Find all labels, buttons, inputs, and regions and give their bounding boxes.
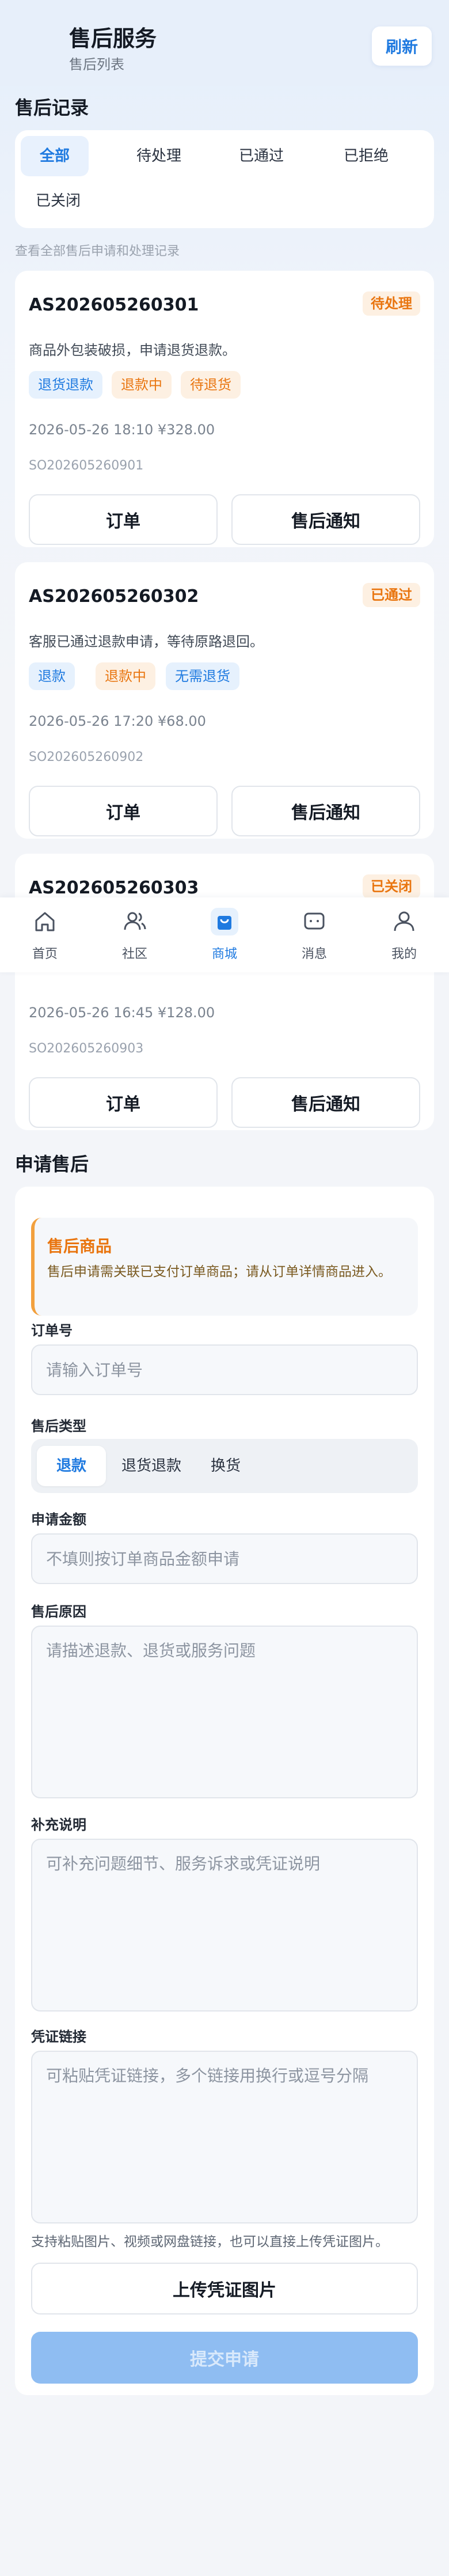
record-description: 客服已通过退款申请，等待原路退回。 [29, 634, 264, 650]
apply-form: 售后商品 售后申请需关联已支付订单商品；请从订单详情商品进入。 订单号 售后类型… [15, 1187, 434, 2395]
extra-notes-label: 补充说明 [31, 1817, 86, 1833]
tabbar-item-mine[interactable]: 我的 [375, 908, 433, 965]
return-status-tag: 无需退货 [166, 662, 239, 690]
apply-section-title: 申请售后 [15, 1153, 89, 1175]
order-number: SO202605260902 [29, 750, 144, 764]
proof-help-text: 支持粘贴图片、视频或网盘链接，也可以直接上传凭证图片。 [31, 2234, 389, 2249]
home-icon [35, 912, 55, 931]
status-badge: 待处理 [363, 291, 420, 316]
tab-closed[interactable]: 已关闭 [21, 181, 96, 221]
status-filter-tabs: 全部 待处理 已通过 已拒绝 已关闭 [15, 130, 434, 228]
record-time-amount: 2026-05-26 17:20 ¥68.00 [29, 713, 206, 729]
tabbar-item-messages[interactable]: 消息 [286, 908, 343, 965]
tabbar-label: 消息 [301, 947, 327, 961]
amount-input[interactable] [31, 1533, 418, 1584]
tab-pending[interactable]: 待处理 [113, 136, 205, 176]
reason-textarea[interactable] [31, 1626, 418, 1798]
refund-status-tag: 退款中 [112, 371, 172, 399]
page-title: 售后服务 [69, 26, 157, 51]
aftersale-number: AS202605260302 [29, 586, 199, 607]
submit-button[interactable]: 提交申请 [31, 2332, 418, 2384]
tab-rejected[interactable]: 已拒绝 [320, 136, 412, 176]
tabbar-label: 商城 [211, 947, 237, 961]
tabbar-label: 社区 [121, 947, 147, 961]
tabbar-label: 首页 [32, 947, 58, 961]
view-order-button[interactable]: 订单 [29, 786, 218, 836]
type-option-exchange[interactable]: 换货 [197, 1446, 254, 1486]
extra-notes-textarea[interactable] [31, 1839, 418, 2011]
return-status-tag: 待退货 [181, 371, 241, 399]
aftersale-notice-button[interactable]: 售后通知 [231, 1077, 420, 1128]
view-order-button[interactable]: 订单 [29, 494, 218, 545]
aftersale-number: AS202605260301 [29, 295, 199, 315]
tabbar-item-home[interactable]: 首页 [16, 908, 74, 965]
order-number: SO202605260903 [29, 1041, 144, 1056]
refresh-button[interactable]: 刷新 [372, 26, 432, 66]
order-number: SO202605260901 [29, 459, 144, 473]
aftersale-record-card: AS202605260303 已关闭 2026-05-26 16:45 ¥128… [15, 854, 434, 1130]
upload-proof-button[interactable]: 上传凭证图片 [31, 2263, 418, 2314]
record-description: 商品外包装破损，申请退货退款。 [29, 342, 236, 358]
type-tag: 退货退款 [29, 371, 102, 399]
type-tag: 退款 [29, 662, 75, 690]
community-icon [124, 912, 146, 930]
notice-title: 售后商品 [47, 1237, 112, 1256]
amount-label: 申请金额 [31, 1511, 86, 1528]
status-badge: 已关闭 [363, 874, 420, 899]
order-number-input[interactable] [31, 1344, 418, 1395]
tabbar-label: 我的 [391, 947, 417, 961]
record-time-amount: 2026-05-26 18:10 ¥328.00 [29, 422, 215, 438]
tabbar-item-community[interactable]: 社区 [106, 908, 163, 965]
aftersale-record-card: AS202605260302 已通过 客服已通过退款申请，等待原路退回。 退款 … [15, 562, 434, 839]
type-option-return-refund[interactable]: 退货退款 [108, 1446, 195, 1486]
aftersale-goods-notice: 售后商品 售后申请需关联已支付订单商品；请从订单详情商品进入。 [31, 1218, 418, 1316]
tabbar-item-shop[interactable]: 商城 [196, 908, 253, 965]
user-icon [394, 911, 414, 931]
refund-status-tag: 退款中 [96, 662, 155, 690]
aftersale-notice-button[interactable]: 售后通知 [231, 494, 420, 545]
proof-links-label: 凭证链接 [31, 2029, 86, 2045]
aftersale-type-label: 售后类型 [31, 1418, 86, 1434]
page-subtitle: 售后列表 [69, 56, 124, 73]
reason-label: 售后原因 [31, 1604, 86, 1620]
order-number-label: 订单号 [31, 1323, 73, 1339]
filter-hint: 查看全部售后申请和处理记录 [15, 244, 180, 259]
tab-approved[interactable]: 已通过 [215, 136, 307, 176]
bottom-tab-bar: 首页 社区 商城 消息 我的 [0, 897, 449, 972]
page-header: 售后服务 售后列表 刷新 [0, 0, 449, 86]
notice-text: 售后申请需关联已支付订单商品；请从订单详情商品进入。 [47, 1264, 391, 1279]
proof-links-textarea[interactable] [31, 2051, 418, 2223]
records-section-title: 售后记录 [15, 97, 89, 119]
status-badge: 已通过 [363, 583, 420, 607]
message-icon [304, 912, 325, 930]
type-option-refund[interactable]: 退款 [37, 1446, 106, 1486]
record-time-amount: 2026-05-26 16:45 ¥128.00 [29, 1005, 215, 1021]
aftersale-type-selector: 退款 退货退款 换货 [31, 1439, 418, 1493]
view-order-button[interactable]: 订单 [29, 1077, 218, 1128]
shop-bag-icon [211, 908, 238, 935]
aftersale-notice-button[interactable]: 售后通知 [231, 786, 420, 836]
aftersale-number: AS202605260303 [29, 878, 199, 898]
aftersale-record-card: AS202605260301 待处理 商品外包装破损，申请退货退款。 退货退款 … [15, 271, 434, 547]
tab-all[interactable]: 全部 [21, 136, 89, 176]
